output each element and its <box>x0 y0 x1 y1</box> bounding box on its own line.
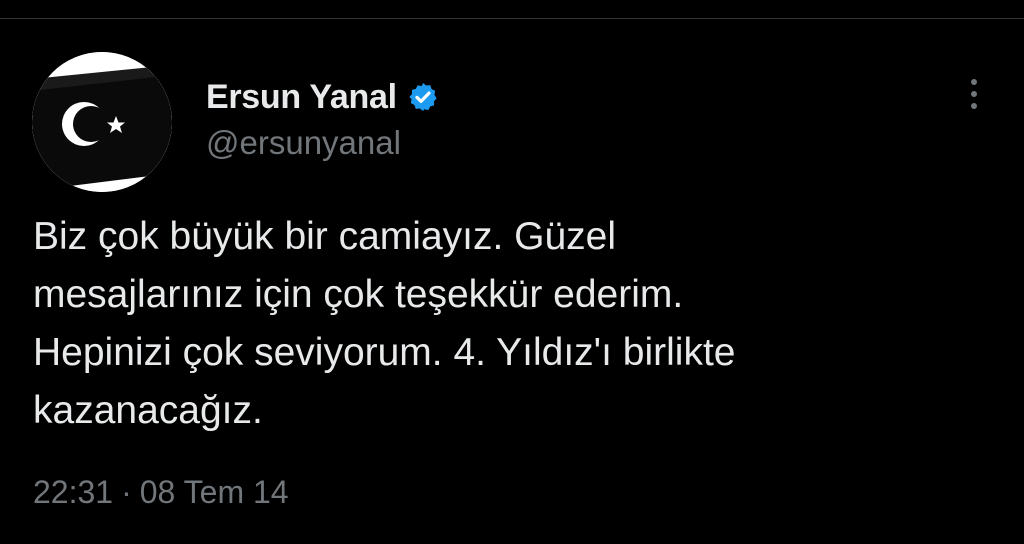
crescent-star-flag-avatar-icon <box>32 52 172 192</box>
author-display-name[interactable]: Ersun Yanal <box>206 78 397 117</box>
tweet-text: Biz çok büyük bir camiayız. Güzel mesajl… <box>33 215 736 432</box>
avatar[interactable] <box>32 52 172 192</box>
tweet-time: 22:31 <box>33 474 114 510</box>
tweet-header: Ersun Yanal @ersunyanal <box>206 76 439 162</box>
name-row: Ersun Yanal <box>206 76 439 118</box>
more-vertical-icon[interactable] <box>962 76 986 112</box>
tweet-date: 08 Tem 14 <box>139 474 289 510</box>
verified-badge-icon <box>407 81 439 113</box>
tweet-timestamp[interactable]: 22:31 · 08 Tem 14 <box>33 474 289 511</box>
meta-separator: · <box>121 474 132 510</box>
author-handle[interactable]: @ersunyanal <box>206 124 439 162</box>
tweet[interactable]: Ersun Yanal @ersunyanal Biz çok büyük bi… <box>0 0 1024 544</box>
